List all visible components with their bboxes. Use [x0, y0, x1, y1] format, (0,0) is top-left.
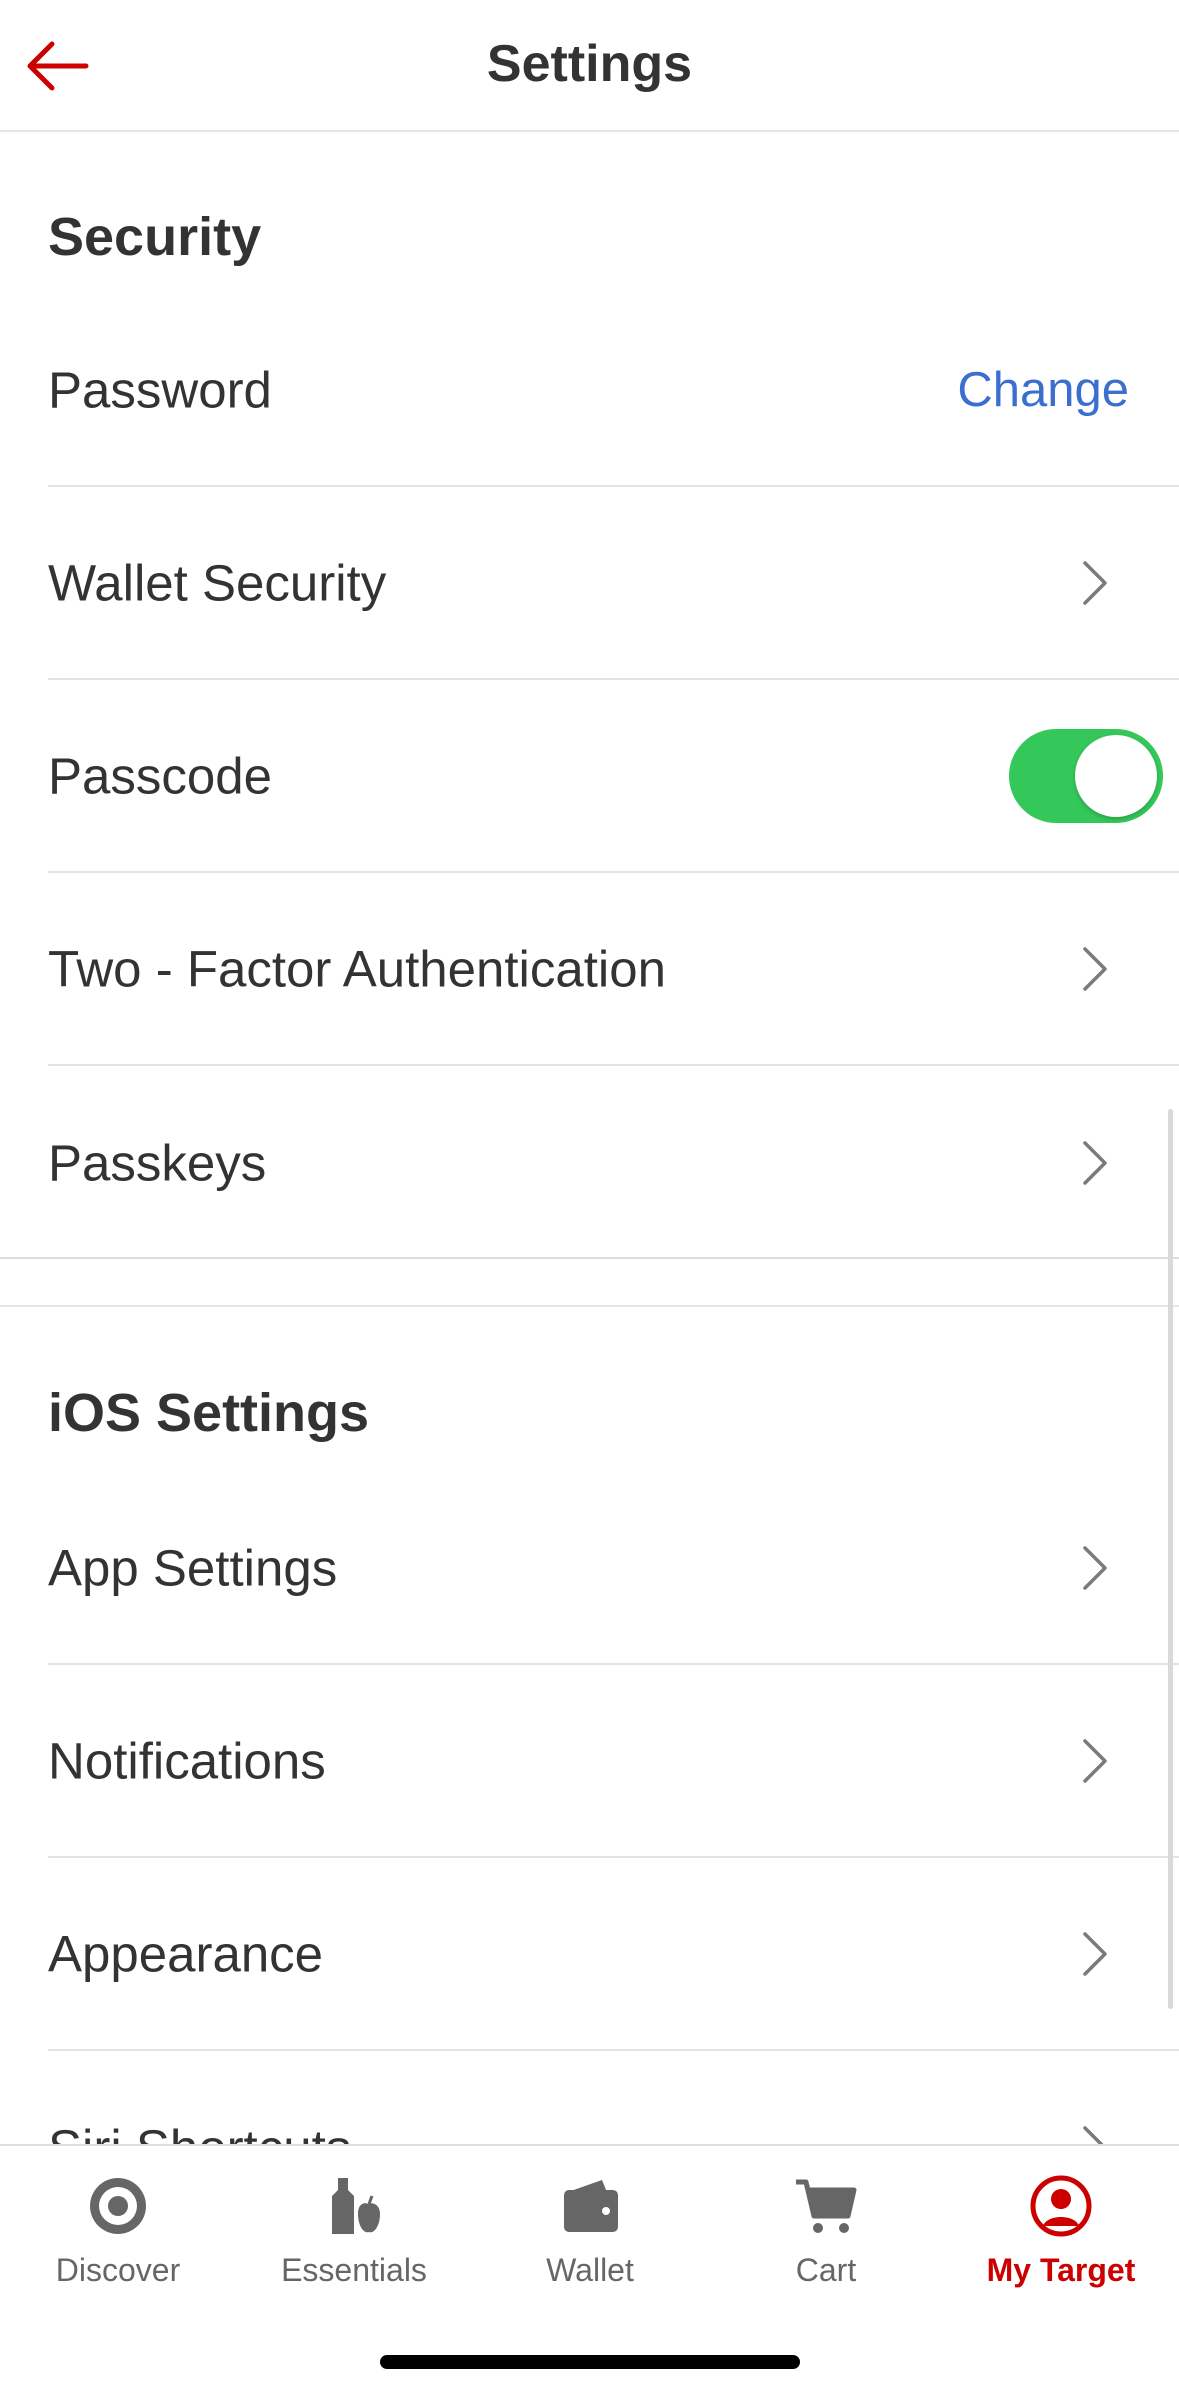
- tab-wallet[interactable]: Wallet: [472, 2166, 708, 2316]
- scrollbar[interactable]: [1168, 1109, 1173, 2009]
- header: Settings: [0, 0, 1179, 132]
- section-divider: [0, 1257, 1179, 1307]
- siri-shortcuts-label: Siri Shortcuts: [48, 2118, 351, 2144]
- row-app-settings[interactable]: App Settings: [48, 1472, 1179, 1665]
- tab-label: Cart: [795, 2252, 857, 2288]
- notifications-label: Notifications: [48, 1732, 326, 1789]
- tab-label: Wallet: [546, 2252, 634, 2288]
- change-password-link[interactable]: Change: [957, 362, 1129, 418]
- row-two-factor-authentication[interactable]: Two - Factor Authentication: [48, 873, 1179, 1066]
- tab-label: Discover: [55, 2252, 181, 2288]
- settings-screen: Settings Security Password Change Wallet…: [0, 0, 1179, 2396]
- password-label: Password: [48, 361, 272, 418]
- chevron-right-icon: [1083, 1738, 1107, 1783]
- chevron-right-icon: [1083, 2125, 1104, 2144]
- toggle-knob: [1075, 734, 1157, 817]
- row-password: Password Change: [48, 294, 1179, 487]
- row-passkeys[interactable]: Passkeys: [48, 1066, 1179, 1259]
- section-title-ios-settings: iOS Settings: [48, 1383, 370, 1443]
- passcode-toggle[interactable]: [1009, 728, 1163, 823]
- home-indicator: [380, 2355, 800, 2369]
- tab-essentials[interactable]: Essentials: [236, 2166, 472, 2316]
- wallet-security-label: Wallet Security: [48, 554, 387, 611]
- wallet-icon: [564, 2180, 618, 2232]
- row-appearance[interactable]: Appearance: [48, 1858, 1179, 2051]
- row-siri-shortcuts[interactable]: Siri Shortcuts: [48, 2051, 1179, 2144]
- row-wallet-security[interactable]: Wallet Security: [48, 487, 1179, 680]
- tab-my-target[interactable]: My Target: [943, 2166, 1179, 2316]
- tab-cart[interactable]: Cart: [708, 2166, 944, 2316]
- tab-label: Essentials: [281, 2252, 427, 2288]
- user-circle-icon: [1030, 2175, 1092, 2237]
- passcode-label: Passcode: [48, 747, 272, 804]
- tab-label: My Target: [986, 2252, 1136, 2288]
- chevron-right-icon: [1083, 1545, 1107, 1590]
- target-icon: [90, 2178, 146, 2234]
- appearance-label: Appearance: [48, 1925, 324, 1982]
- settings-list: Security Password Change Wallet Security…: [0, 134, 1179, 2144]
- tab-discover[interactable]: Discover: [0, 2166, 236, 2316]
- row-notifications[interactable]: Notifications: [48, 1665, 1179, 1858]
- row-passcode: Passcode: [48, 680, 1179, 873]
- app-settings-label: App Settings: [48, 1539, 338, 1596]
- essentials-icon: [332, 2178, 380, 2234]
- section-title-security: Security: [48, 207, 262, 267]
- page-title: Settings: [486, 35, 693, 93]
- passkeys-label: Passkeys: [48, 1134, 267, 1191]
- two-factor-label: Two - Factor Authentication: [48, 940, 666, 997]
- chevron-right-icon: [1083, 946, 1107, 991]
- chevron-right-icon: [1083, 1140, 1107, 1185]
- cart-icon: [796, 2179, 857, 2233]
- chevron-right-icon: [1083, 1931, 1107, 1976]
- chevron-right-icon: [1083, 560, 1107, 605]
